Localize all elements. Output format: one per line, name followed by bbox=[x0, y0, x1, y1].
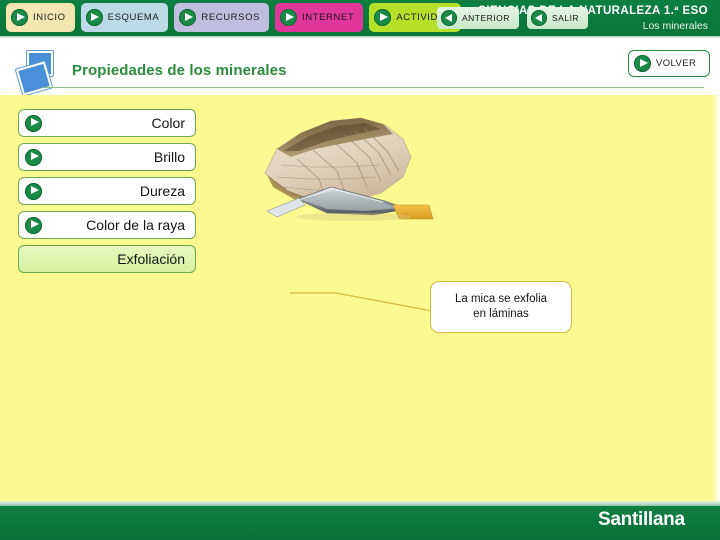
callout-box: La mica se exfolia en láminas bbox=[430, 281, 572, 333]
menu-item-label: Dureza bbox=[139, 183, 185, 199]
play-circle-icon bbox=[25, 216, 42, 234]
play-circle-icon bbox=[179, 9, 197, 26]
page-title: Propiedades de los minerales bbox=[72, 62, 287, 79]
menu-item-label: Exfoliación bbox=[117, 251, 185, 267]
tab-label: INICIO bbox=[33, 12, 66, 23]
property-menu: Color Brillo Dureza Color de la raya Exf… bbox=[18, 109, 196, 279]
play-circle-icon bbox=[634, 55, 651, 72]
tab-label: ESQUEMA bbox=[107, 12, 160, 23]
mica-specimen-photo bbox=[253, 105, 453, 235]
top-navigation-bar: INICIO ESQUEMA RECURSOS INTERNET ACTIVID… bbox=[0, 0, 720, 36]
play-circle-icon bbox=[25, 182, 42, 200]
top-tab-list: INICIO ESQUEMA RECURSOS INTERNET ACTIVID… bbox=[6, 3, 462, 32]
publisher-logo: Santillana bbox=[598, 509, 685, 530]
menu-item-label: Color bbox=[151, 115, 185, 131]
play-circle-icon bbox=[25, 114, 42, 132]
play-circle-icon bbox=[25, 148, 42, 166]
anterior-button[interactable]: ANTERIOR bbox=[437, 7, 519, 29]
content-panel: Color Brillo Dureza Color de la raya Exf… bbox=[0, 95, 720, 503]
play-circle-back-icon bbox=[531, 10, 547, 26]
play-circle-icon bbox=[374, 9, 392, 26]
tab-esquema[interactable]: ESQUEMA bbox=[80, 3, 169, 32]
tab-inicio[interactable]: INICIO bbox=[6, 3, 75, 32]
salir-button[interactable]: SALIR bbox=[527, 7, 589, 29]
callout-line-1: La mica se exfolia bbox=[454, 293, 548, 305]
menu-item-dureza[interactable]: Dureza bbox=[18, 177, 196, 205]
menu-item-label: Brillo bbox=[153, 149, 185, 165]
callout-leader-line bbox=[290, 292, 432, 312]
play-circle-icon bbox=[85, 9, 103, 26]
play-circle-back-icon bbox=[441, 10, 457, 26]
callout-text: La mica se exfolia en láminas bbox=[455, 292, 547, 322]
anterior-button-label: ANTERIOR bbox=[462, 13, 510, 23]
volver-button[interactable]: VOLVER bbox=[628, 50, 710, 77]
tab-internet[interactable]: INTERNET bbox=[275, 3, 364, 32]
menu-item-color-de-la-raya[interactable]: Color de la raya bbox=[18, 211, 196, 239]
tab-recursos[interactable]: RECURSOS bbox=[174, 3, 270, 32]
mica-photo-svg bbox=[264, 117, 434, 221]
play-circle-icon bbox=[11, 9, 28, 26]
menu-item-label: Color de la raya bbox=[86, 217, 185, 233]
menu-item-color[interactable]: Color bbox=[18, 109, 196, 137]
play-circle-icon bbox=[280, 9, 298, 26]
menu-item-exfoliacion[interactable]: Exfoliación bbox=[18, 245, 196, 273]
salir-button-label: SALIR bbox=[552, 13, 580, 23]
menu-item-brillo[interactable]: Brillo bbox=[18, 143, 196, 171]
title-divider bbox=[42, 87, 704, 88]
volver-button-label: VOLVER bbox=[656, 58, 697, 69]
callout-line-2: en láminas bbox=[473, 308, 529, 320]
tab-label: RECURSOS bbox=[201, 12, 261, 23]
tab-label: INTERNET bbox=[302, 12, 355, 23]
topbar-shadow bbox=[0, 36, 720, 39]
